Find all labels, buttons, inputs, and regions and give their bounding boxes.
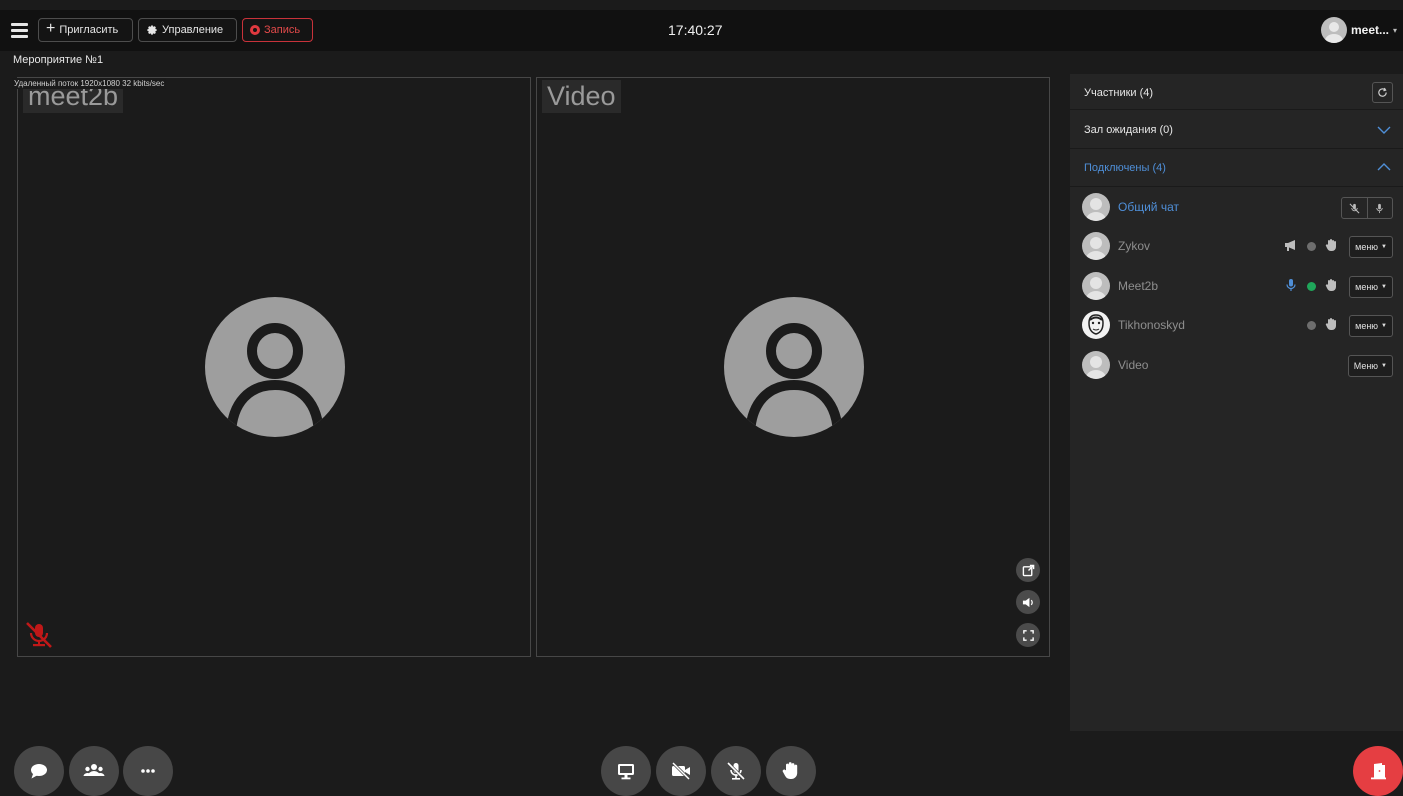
video-tile-meet2b[interactable]: meet2b (17, 77, 531, 657)
participant-name: Zykov (1118, 239, 1151, 253)
top-bar: + Пригласить Управление Запись 17:40:27 … (0, 10, 1403, 51)
participants-button[interactable] (69, 746, 119, 796)
participant-name: Tikhonoskyd (1118, 318, 1185, 332)
external-link-icon (1022, 564, 1034, 576)
mic-off-icon (726, 761, 746, 781)
screen-share-icon (618, 764, 634, 780)
mute-all-button[interactable] (1342, 198, 1367, 218)
raise-hand-icon[interactable] (1324, 317, 1338, 331)
user-avatar-icon (1320, 17, 1347, 43)
plus-icon: + (46, 20, 56, 37)
megaphone-icon[interactable] (1284, 238, 1298, 252)
meeting-clock: 17:40:27 (668, 22, 723, 38)
raise-hand-icon (782, 762, 798, 779)
hamburger-menu-icon[interactable] (11, 23, 28, 38)
avatar-icon (1082, 232, 1110, 260)
participant-menu-button[interactable]: меню ▼ (1349, 315, 1393, 337)
raise-hand-icon[interactable] (1324, 278, 1338, 292)
participant-name: Meet2b (1118, 279, 1159, 293)
status-dot (1307, 242, 1316, 251)
status-dot (1307, 321, 1316, 330)
avatar-icon (1082, 351, 1110, 379)
unmute-all-button[interactable] (1366, 198, 1393, 218)
user-avatar-icon (205, 297, 345, 437)
volume-button[interactable] (1016, 590, 1040, 614)
chevron-down-icon: ▾ (1392, 25, 1397, 35)
fullscreen-button[interactable] (1016, 623, 1040, 647)
participant-menu-button[interactable]: Меню ▼ (1347, 355, 1393, 377)
invite-button[interactable]: + Пригласить (38, 18, 133, 42)
chat-button[interactable] (14, 746, 64, 796)
more-button[interactable] (123, 746, 173, 796)
refresh-icon (1378, 87, 1387, 97)
caret-down-icon: ▼ (1381, 323, 1387, 329)
raise-hand-button[interactable] (766, 746, 816, 796)
mic-icon[interactable] (1284, 278, 1298, 292)
avatar-icon (1082, 311, 1110, 339)
manage-button[interactable]: Управление (138, 18, 237, 42)
camera-off-icon (671, 761, 691, 781)
mic-off-icon (26, 622, 52, 648)
caret-down-icon: ▼ (1381, 244, 1387, 250)
chevron-up-icon[interactable] (1377, 162, 1391, 172)
participant-row: Meet2b меню ▼ (1070, 266, 1403, 306)
user-avatar-icon (724, 297, 864, 437)
raise-hand-icon[interactable] (1324, 238, 1338, 252)
chat-icon (31, 764, 47, 779)
participant-row-general-chat: Общий чат (1070, 187, 1403, 227)
video-tile-video[interactable]: Video (536, 77, 1050, 657)
participant-menu-button[interactable]: меню ▼ (1349, 236, 1393, 258)
more-icon (141, 769, 155, 773)
participant-menu-button[interactable]: меню ▼ (1349, 276, 1393, 298)
caret-down-icon: ▼ (1381, 363, 1387, 369)
conference-window: + Пригласить Управление Запись 17:40:27 … (0, 0, 1403, 796)
waiting-room-title: Зал ожидания (0) (1084, 124, 1173, 136)
participants-count: (4) (1139, 87, 1154, 99)
chat-mic-controls (1341, 197, 1393, 219)
camera-toggle-button[interactable] (656, 746, 706, 796)
record-button[interactable]: Запись (242, 18, 313, 42)
invite-button-label: Пригласить (59, 24, 119, 36)
gear-icon (147, 25, 157, 35)
connected-title: Подключены (4) (1084, 162, 1166, 174)
participants-title: Участники (1084, 87, 1137, 99)
avatar-icon (1082, 193, 1110, 221)
mic-off-icon (1349, 203, 1360, 213)
exit-door-icon (1371, 763, 1386, 780)
mic-toggle-button[interactable] (711, 746, 761, 796)
refresh-button[interactable] (1372, 82, 1393, 103)
event-title: Мероприятие №1 (13, 54, 104, 66)
fullscreen-icon (1022, 629, 1034, 641)
general-chat-link[interactable]: Общий чат (1118, 200, 1179, 214)
participants-icon (83, 764, 105, 776)
record-button-label: Запись (264, 24, 301, 36)
participant-row: Tikhonoskyd меню ▼ (1070, 305, 1403, 345)
stream-info: Удаленный поток 1920x1080 32 kbits/sec (12, 78, 167, 89)
caret-down-icon: ▼ (1381, 284, 1387, 290)
connected-section[interactable]: Подключены (4) (1070, 149, 1403, 187)
popout-button[interactable] (1016, 558, 1040, 582)
record-icon (250, 25, 260, 35)
participant-row: Video Меню ▼ (1070, 345, 1403, 385)
screen-share-button[interactable] (601, 746, 651, 796)
user-menu[interactable]: meet... ▾ (1320, 16, 1397, 44)
participants-header: Участники (4) (1070, 74, 1403, 110)
participant-name: Video (1118, 358, 1149, 372)
waiting-room-section[interactable]: Зал ожидания (0) (1070, 110, 1403, 149)
user-name: meet... (1350, 23, 1389, 37)
avatar-icon (1082, 272, 1110, 300)
participant-row: Zykov меню ▼ (1070, 226, 1403, 266)
leave-meeting-button[interactable] (1353, 746, 1403, 796)
status-dot (1307, 282, 1316, 291)
participants-panel: Участники (4) Зал ожидания (0) Подключен… (1070, 74, 1403, 731)
tile-label: Video (542, 80, 621, 113)
mic-icon (1376, 203, 1383, 213)
chevron-down-icon[interactable] (1377, 125, 1391, 135)
manage-button-label: Управление (162, 24, 224, 36)
volume-icon (1022, 597, 1033, 607)
